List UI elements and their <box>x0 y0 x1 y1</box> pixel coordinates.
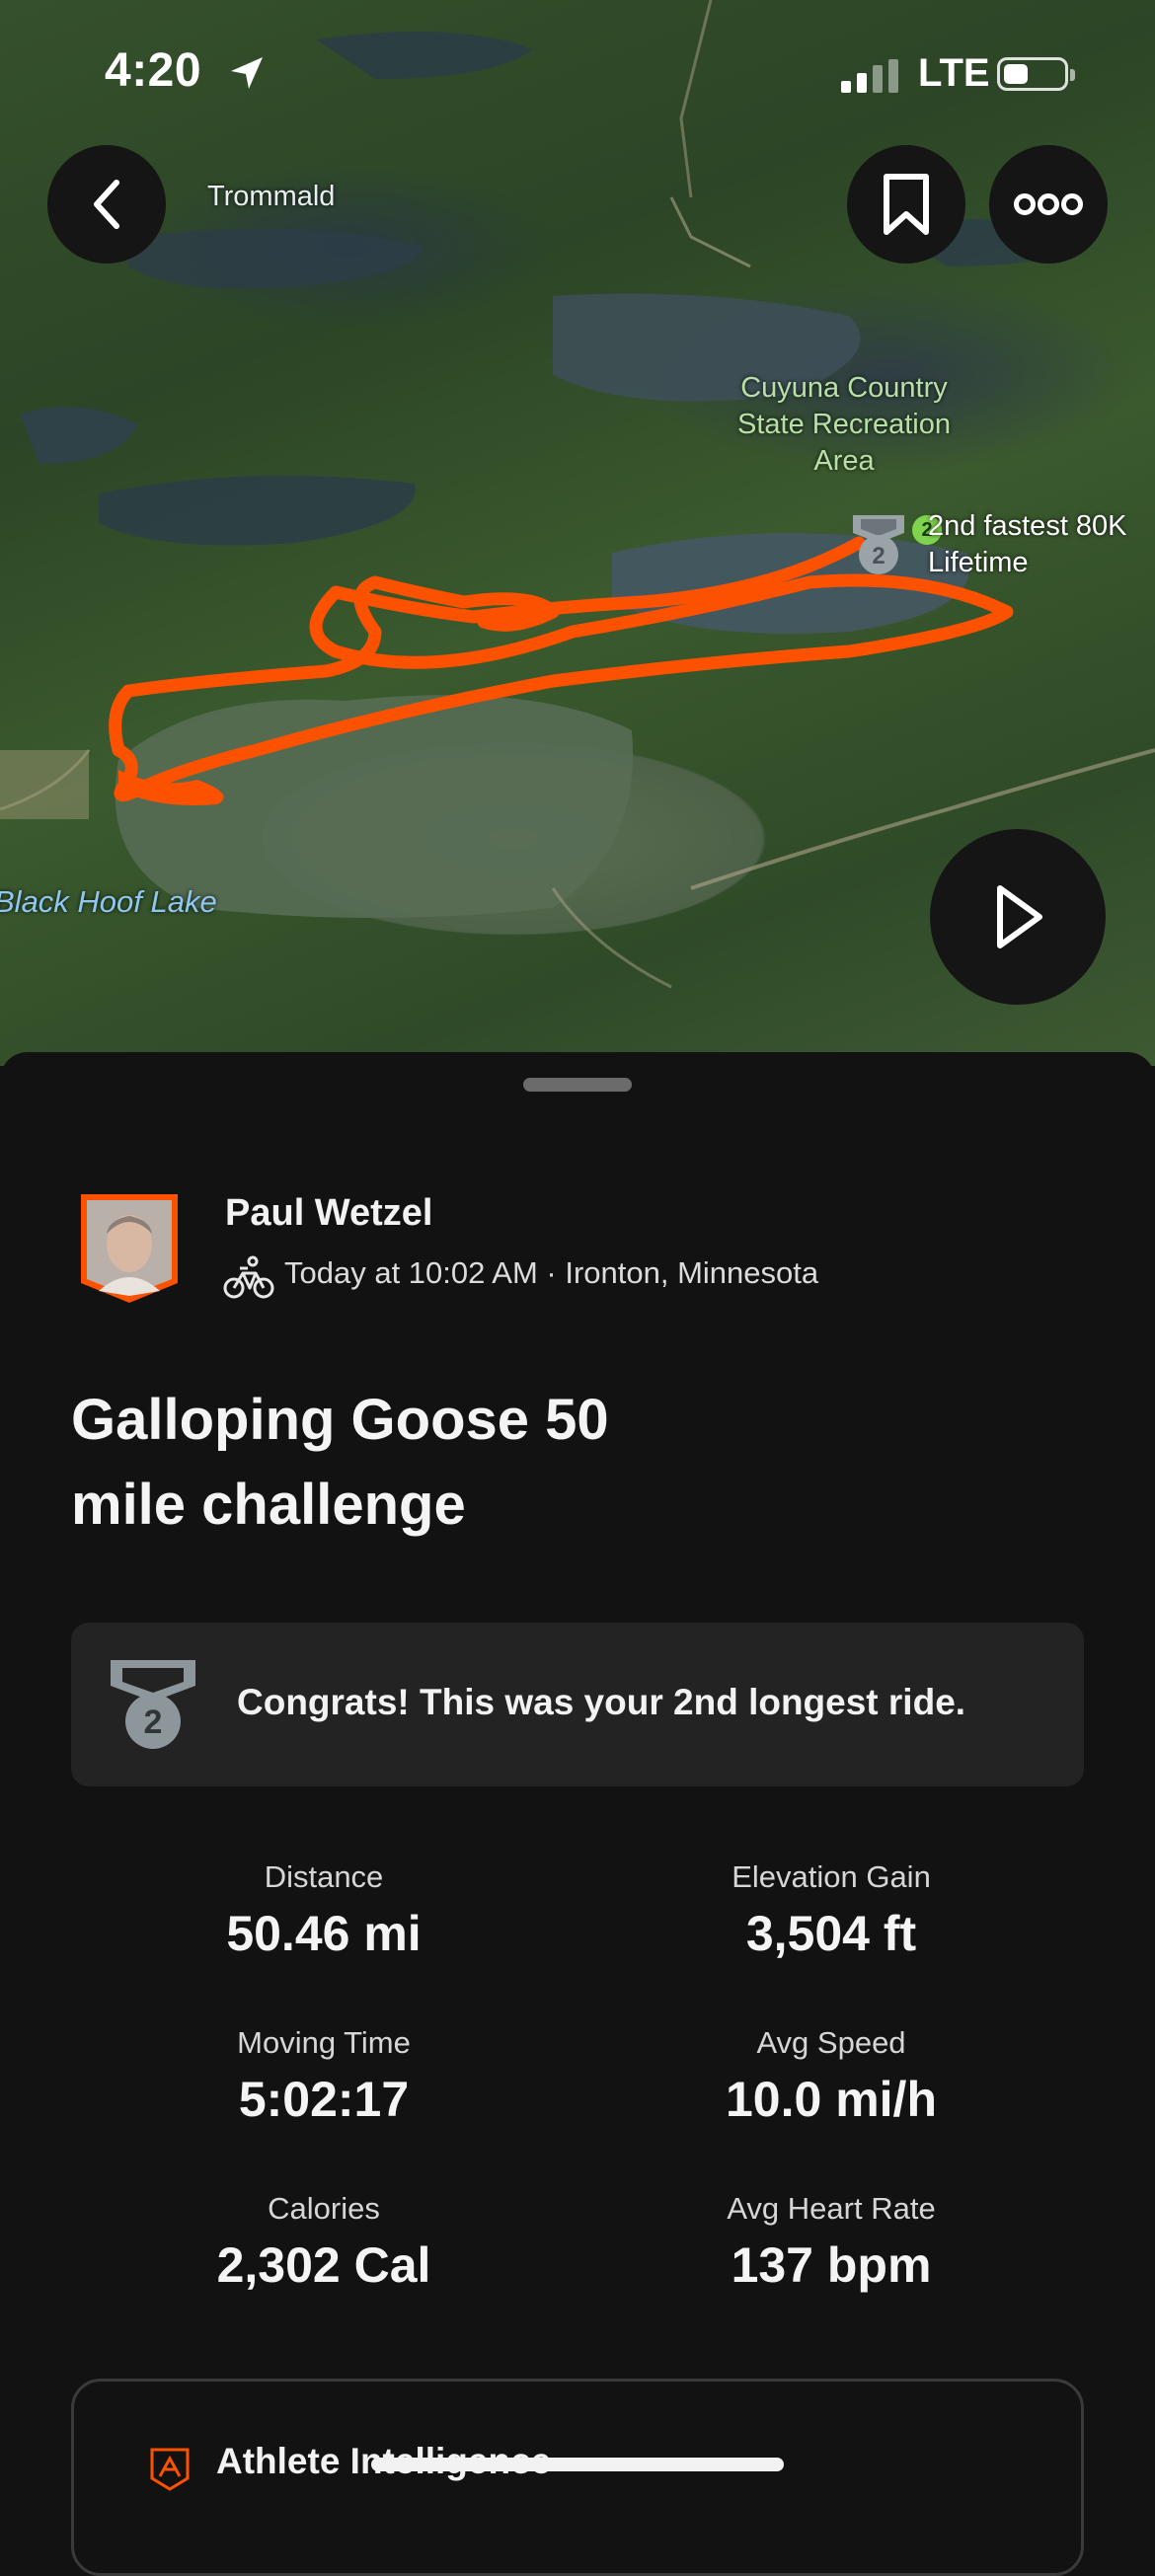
sheet-grabber[interactable] <box>523 1078 632 1092</box>
stat-elevation-gain: Elevation Gain 3,504 ft <box>732 1859 931 1961</box>
activity-map[interactable]: 4:20 LTE Trommald Cuyuna Country State R… <box>0 0 1155 1066</box>
athlete-intelligence-card[interactable]: Athlete Intelligence <box>71 2379 1084 2576</box>
play-icon <box>997 885 1042 948</box>
more-button[interactable] <box>989 145 1108 264</box>
athlete-name[interactable]: Paul Wetzel <box>225 1192 432 1235</box>
medal-icon: 2 <box>853 515 904 574</box>
congrats-message: Congrats! This was your 2nd longest ride… <box>237 1682 966 1722</box>
play-flyover-button[interactable] <box>930 829 1106 1005</box>
map-label-park: Cuyuna Country State Recreation Area <box>736 372 951 477</box>
stat-moving-time: Moving Time 5:02:17 <box>237 2025 411 2127</box>
activity-detail-sheet: Paul Wetzel Today at 10:02 AM · Ironton,… <box>0 1052 1155 2576</box>
stat-calories: Calories 2,302 Cal <box>216 2191 431 2293</box>
battery-icon <box>997 57 1075 91</box>
achievement-banner[interactable]: 2 Congrats! This was your 2nd longest ri… <box>71 1623 1084 1786</box>
medal-icon: 2 <box>111 1660 195 1749</box>
activity-meta: Today at 10:02 AM · Ironton, Minnesota <box>284 1255 819 1290</box>
stat-avg-heart-rate: Avg Heart Rate 137 bpm <box>727 2191 936 2293</box>
cellular-signal-icon <box>841 59 898 93</box>
location-arrow-icon <box>231 57 263 89</box>
athlete-intelligence-icon <box>150 2448 190 2491</box>
ride-type-icon <box>223 1255 274 1299</box>
home-indicator[interactable] <box>371 2458 784 2471</box>
chevron-left-icon <box>94 180 119 229</box>
map-label-lake: Black Hoof Lake <box>0 884 217 919</box>
map-achievement-label[interactable]: 2nd fastest 80K Lifetime <box>928 508 1127 581</box>
more-icon <box>1014 193 1083 215</box>
bookmark-button[interactable] <box>847 145 965 264</box>
status-bar: 4:20 LTE <box>0 0 1155 148</box>
map-label-town: Trommald <box>207 181 336 212</box>
status-time: 4:20 <box>105 44 202 97</box>
stat-avg-speed: Avg Speed 10.0 mi/h <box>726 2025 937 2127</box>
activity-title: Galloping Goose 50 mile challenge <box>71 1388 609 1537</box>
stat-distance: Distance 50.46 mi <box>226 1859 422 1961</box>
network-type: LTE <box>918 51 990 95</box>
bookmark-icon <box>884 174 929 235</box>
back-button[interactable] <box>47 145 166 264</box>
athlete-avatar[interactable] <box>79 1192 180 1305</box>
svg-text:2: 2 <box>872 543 885 569</box>
svg-text:2: 2 <box>144 1704 163 1741</box>
